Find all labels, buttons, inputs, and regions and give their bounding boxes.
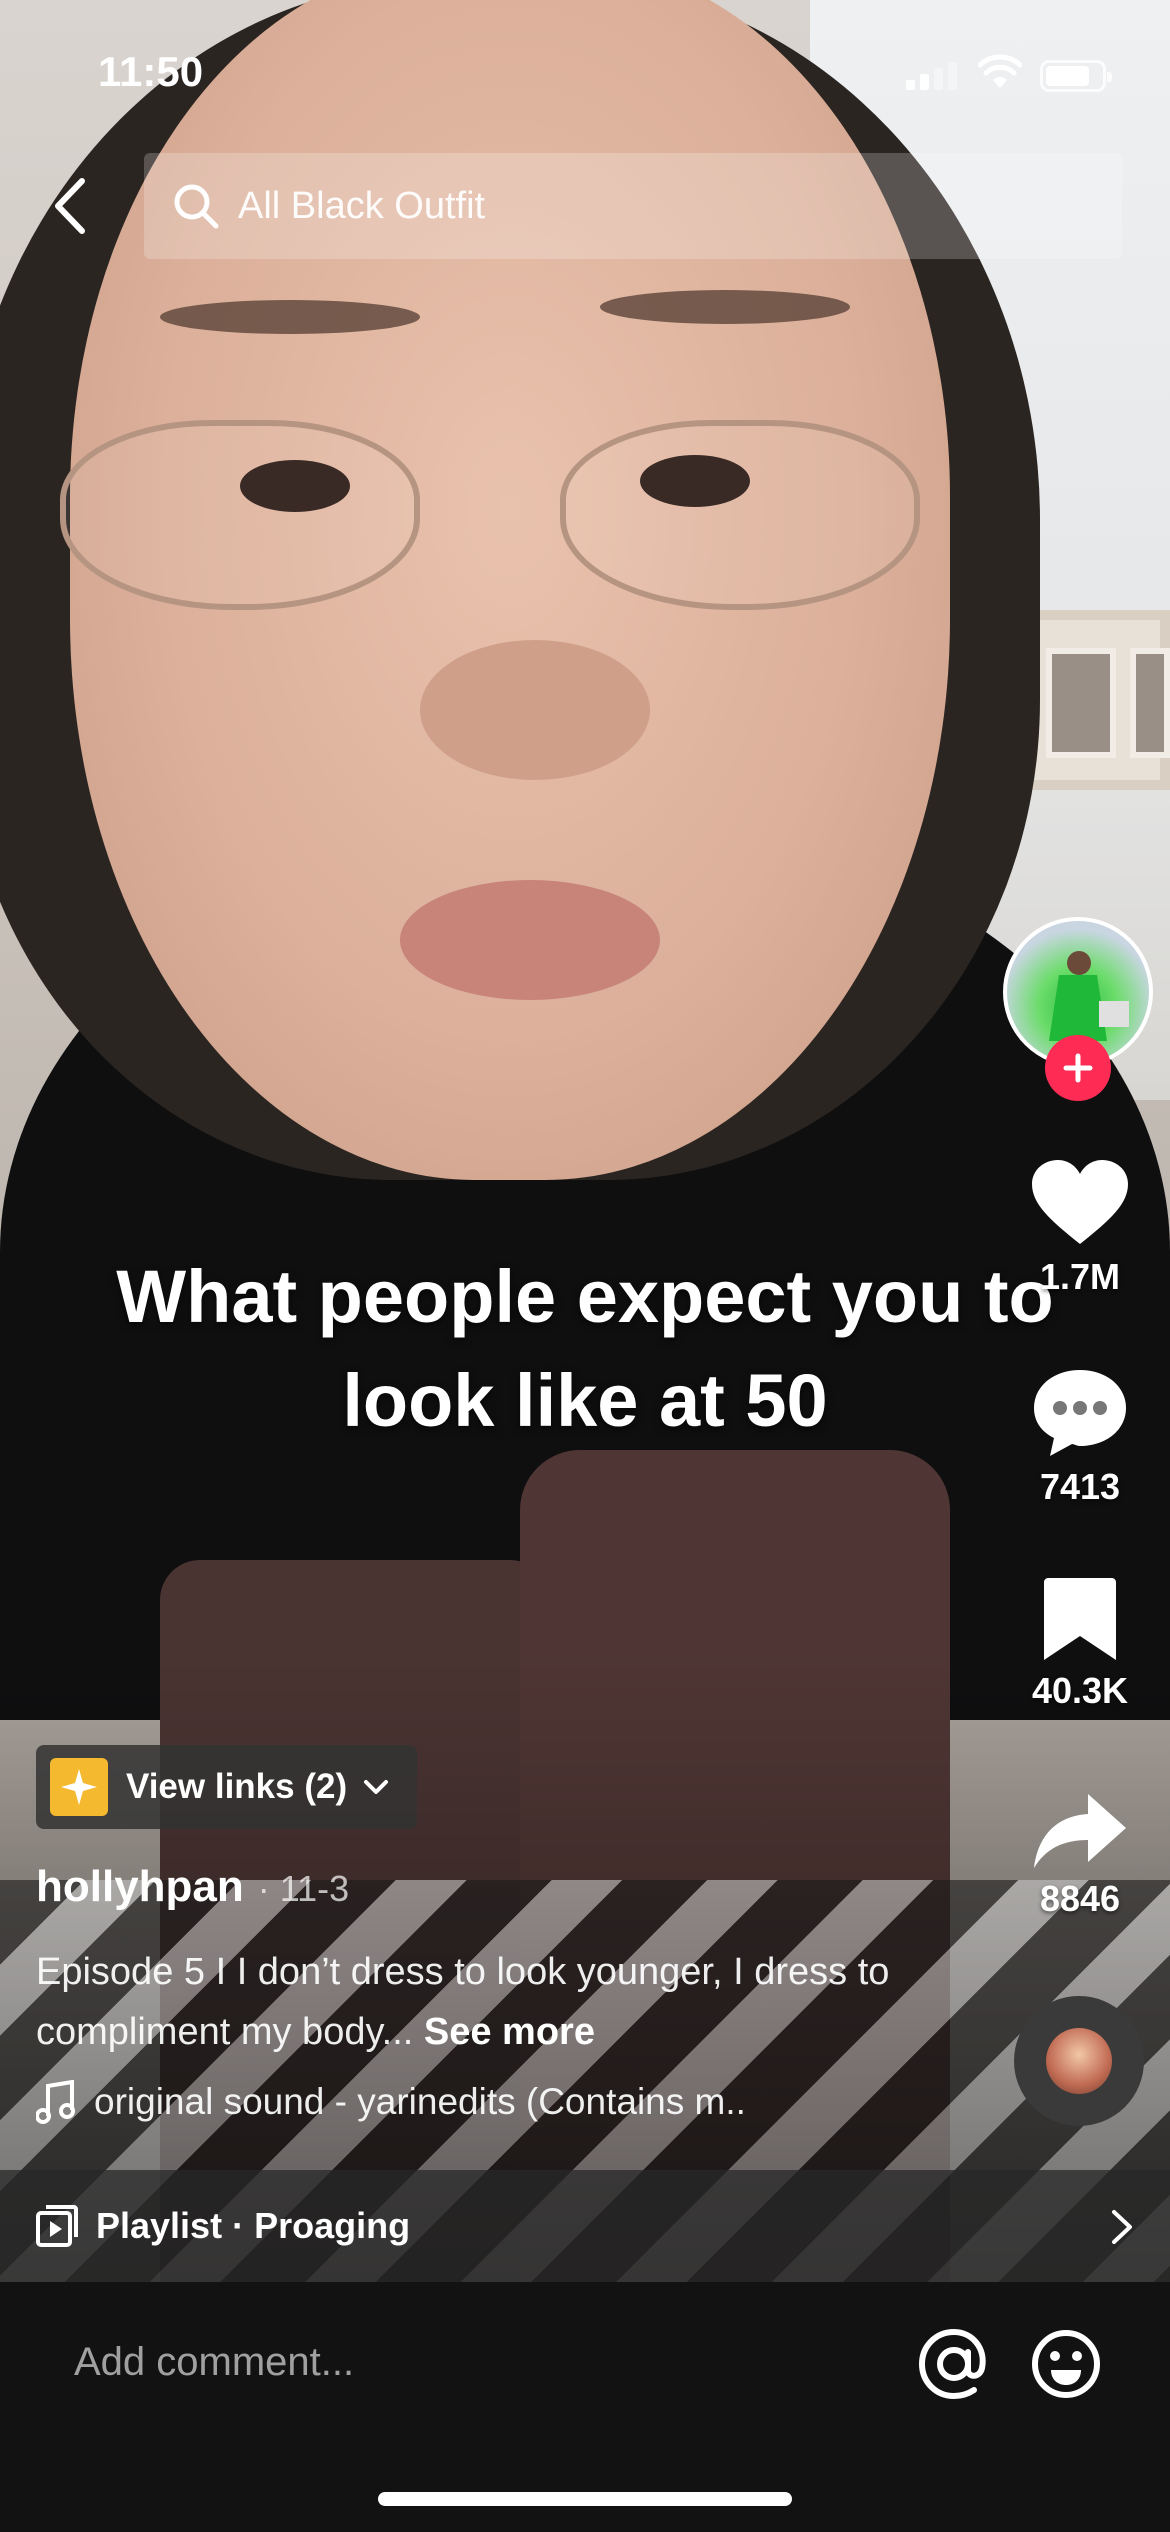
- music-disc-avatar: [1046, 2028, 1112, 2094]
- music-disc-button[interactable]: [1014, 1996, 1144, 2126]
- emoji-icon[interactable]: [1030, 2328, 1102, 2400]
- photo-frame: [1130, 648, 1170, 758]
- save-count: 40.3K: [1031, 1670, 1129, 1711]
- wifi-icon: [978, 54, 1022, 88]
- follow-button[interactable]: [1045, 1035, 1111, 1101]
- caption-line: look like at 50: [342, 1359, 828, 1442]
- status-time: 11:50: [98, 48, 204, 95]
- back-button[interactable]: [40, 170, 100, 242]
- author-username[interactable]: hollyhpan: [36, 1862, 244, 1911]
- photo-frame: [1046, 648, 1116, 758]
- playlist-label: Playlist · Proaging: [96, 2205, 411, 2246]
- view-links-button[interactable]: View links (2): [36, 1745, 418, 1829]
- eyebrow: [160, 300, 420, 334]
- heart-icon: [1032, 1160, 1128, 1244]
- chevron-left-icon: [55, 178, 85, 234]
- mention-icon[interactable]: [918, 2328, 990, 2400]
- post-date: · 11-3: [257, 1868, 350, 1909]
- share-count: 8846: [1039, 1878, 1121, 1919]
- bookmark-icon: [1044, 1578, 1116, 1660]
- home-indicator[interactable]: [378, 2492, 792, 2506]
- status-bar: 11:50: [0, 0, 1170, 140]
- playlist-icon: [36, 2205, 78, 2247]
- sparkle-icon: [50, 1758, 108, 1816]
- see-more-link[interactable]: See more: [424, 2011, 595, 2053]
- view-links-label: View links (2): [126, 1767, 348, 1806]
- comment-bubble-icon: [1034, 1370, 1126, 1456]
- glasses-lens: [60, 420, 420, 610]
- glasses-lens: [560, 420, 920, 610]
- chevron-right-icon: [1112, 2210, 1132, 2244]
- comment-input[interactable]: Add comment...: [74, 2340, 354, 2385]
- cellular-signal-icon: [906, 60, 958, 90]
- eye: [640, 455, 750, 507]
- author-line: hollyhpan · 11-3: [36, 1862, 349, 1912]
- share-arrow-icon: [1034, 1794, 1126, 1868]
- music-note-icon: [36, 2080, 75, 2124]
- sound-title: original sound - yarinedits (Contains m.…: [94, 2081, 746, 2122]
- comment-count: 7413: [1039, 1466, 1121, 1507]
- search-icon: [168, 178, 224, 234]
- search-bar[interactable]: All Black Outfit: [144, 153, 1122, 259]
- nose: [420, 640, 650, 780]
- playlist-bar[interactable]: Playlist · Proaging: [0, 2170, 1170, 2282]
- battery-level: [1046, 66, 1089, 86]
- sound-link[interactable]: original sound - yarinedits (Contains m.…: [36, 2080, 746, 2124]
- battery-icon: [1040, 60, 1112, 92]
- like-button[interactable]: 1.7M: [1012, 1158, 1148, 1298]
- lips: [400, 880, 660, 1000]
- share-button[interactable]: 8846: [1012, 1790, 1148, 1920]
- search-query: All Black Outfit: [238, 184, 486, 227]
- plus-icon: [1063, 1053, 1093, 1083]
- eyebrow: [600, 290, 850, 324]
- eye: [240, 460, 350, 512]
- comment-bar: Add comment...: [0, 2282, 1170, 2532]
- like-count: 1.7M: [1039, 1256, 1121, 1297]
- video-player[interactable]: [0, 0, 1170, 2282]
- caption-line: What people expect you to: [116, 1255, 1054, 1338]
- save-button[interactable]: 40.3K: [1012, 1576, 1148, 1712]
- video-caption: What people expect you to look like at 5…: [40, 1245, 1130, 1453]
- chevron-down-icon: [363, 1773, 391, 1801]
- comment-button[interactable]: 7413: [1012, 1366, 1148, 1508]
- video-description[interactable]: Episode 5 I I don’t dress to look younge…: [36, 1942, 896, 2062]
